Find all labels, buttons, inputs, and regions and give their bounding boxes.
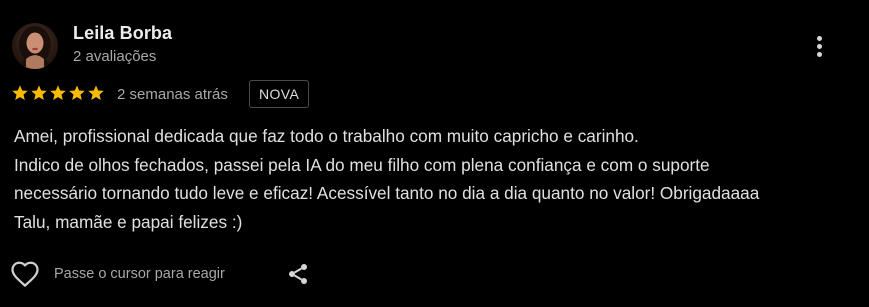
share-icon — [289, 264, 307, 284]
star-icon — [69, 85, 85, 101]
review-line: necessário tornando tudo leve e eficaz! … — [14, 183, 760, 203]
star-icon — [50, 85, 66, 101]
share-button[interactable] — [286, 262, 310, 286]
review-line: Talu, mamãe e papai felizes :) — [14, 211, 243, 232]
review-line: Indico de olhos fechados, passei pela IA… — [14, 154, 710, 175]
reviewer-review-count: 2 avaliações — [73, 48, 157, 65]
star-icon — [12, 85, 28, 101]
avatar[interactable] — [12, 23, 58, 69]
more-vert-icon — [816, 35, 822, 41]
star-icon — [88, 85, 104, 101]
review-text: Amei, profissional dedicada que faz todo… — [14, 122, 854, 236]
heart-outline-icon — [11, 261, 39, 287]
review-date: 2 semanas atrás — [117, 86, 228, 103]
reviewer-name[interactable]: Leila Borba — [73, 23, 172, 44]
more-options-button[interactable] — [805, 30, 833, 62]
star-rating — [11, 84, 105, 102]
like-label: Passe o cursor para reagir — [54, 266, 225, 282]
new-badge: NOVA — [249, 80, 310, 108]
star-icon — [31, 85, 47, 101]
review-line: Amei, profissional dedicada que faz todo… — [14, 126, 639, 146]
review-card: Leila Borba 2 avaliações 2 semanas atrás… — [0, 0, 869, 307]
like-button[interactable]: Passe o cursor para reagir — [10, 260, 225, 288]
